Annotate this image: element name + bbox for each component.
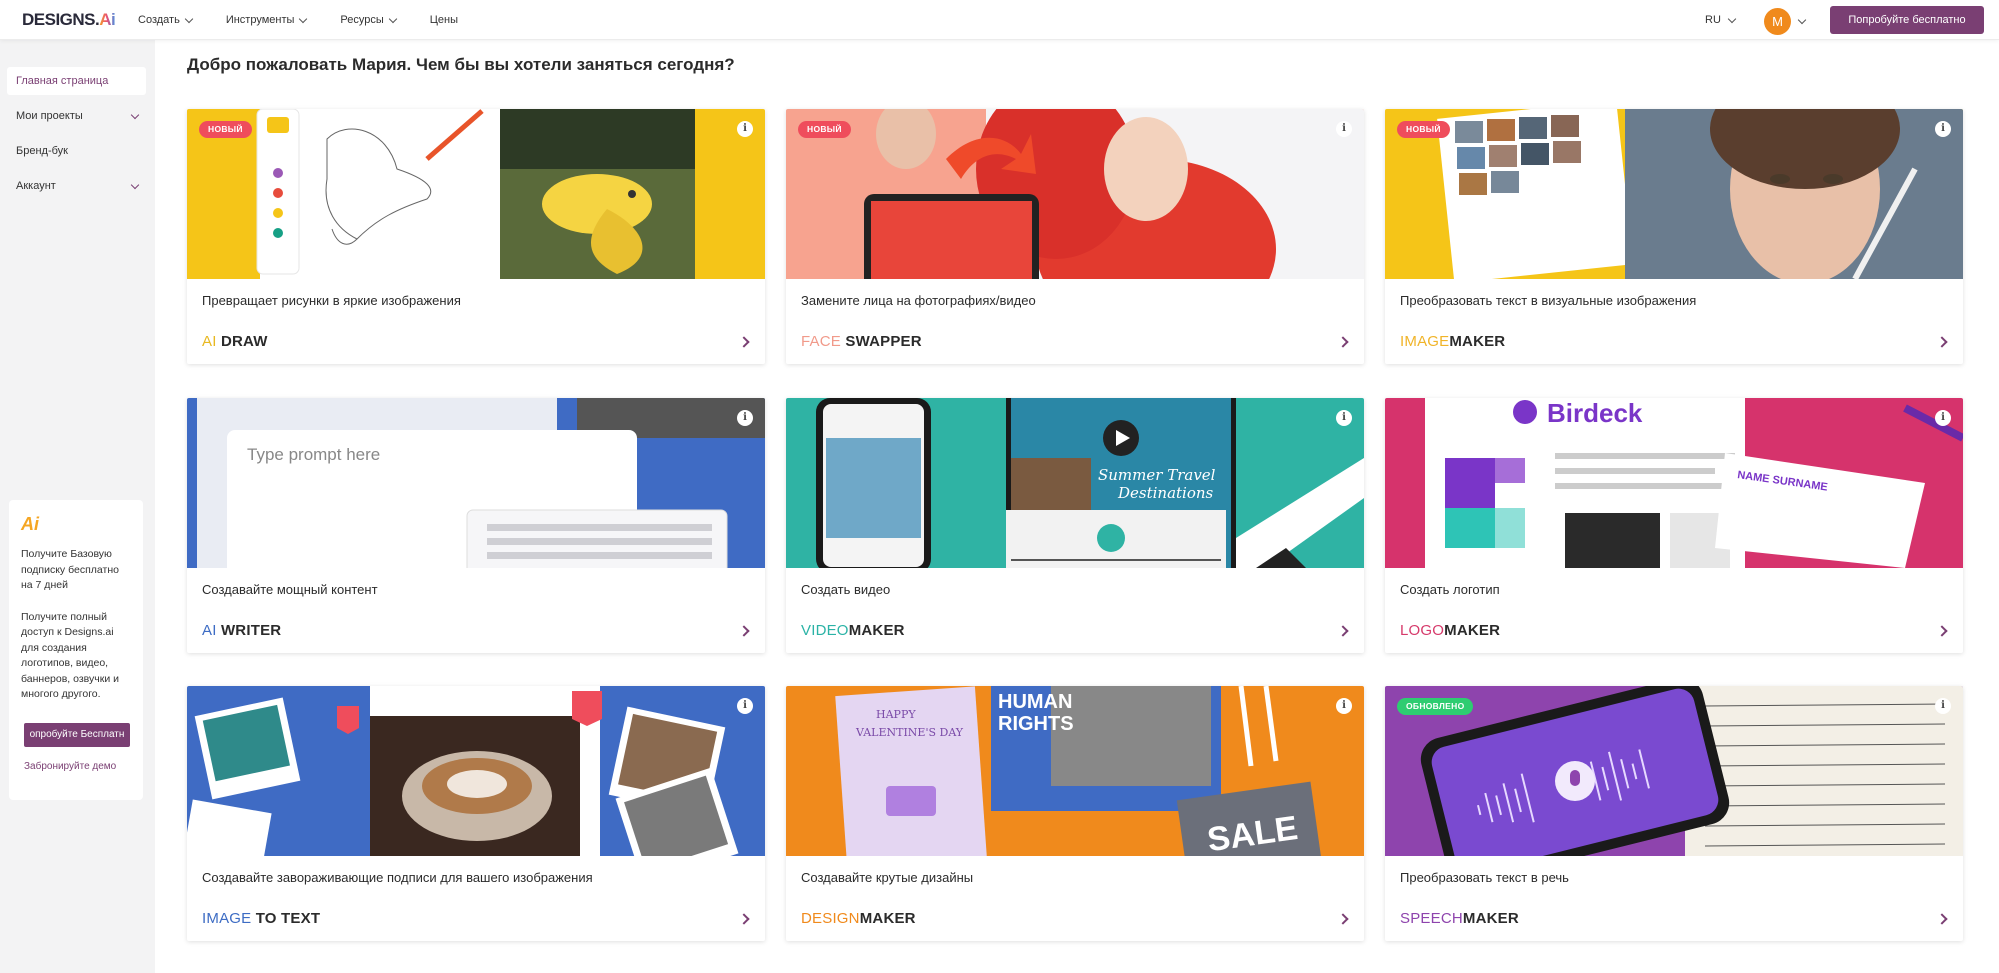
card-description: Создать видео	[801, 582, 891, 597]
card-product-name: VIDEOMAKER	[801, 622, 905, 639]
card-description: Создать логотип	[1400, 582, 1500, 597]
info-icon[interactable]: i	[737, 410, 753, 426]
logo-maker-thumbnail: Birdeck NAME SURNAME	[1385, 398, 1963, 568]
nav-resources[interactable]: Ресурсы	[340, 14, 398, 26]
info-icon[interactable]: i	[1336, 698, 1352, 714]
chevron-right-icon[interactable]	[1337, 913, 1349, 925]
image-to-text-thumbnail	[187, 686, 765, 856]
chevron-down-icon	[388, 14, 398, 23]
video-maker-thumbnail: Summer Travel Destinations	[786, 398, 1364, 568]
promo-text: Получите Базовую подписку бесплатно на 7…	[21, 548, 119, 591]
design-text-human: HUMAN	[998, 691, 1072, 713]
card-product-name: FACE SWAPPER	[801, 333, 922, 350]
chevron-down-icon	[1797, 15, 1807, 25]
sidebar-item-account[interactable]: Аккаунт	[7, 172, 146, 200]
card-description: Создавайте завораживающие подписи для ва…	[202, 870, 593, 885]
info-icon[interactable]: i	[737, 121, 753, 137]
sidebar-item-home[interactable]: Главная страница	[7, 67, 146, 95]
ai-writer-thumbnail: Type prompt here	[187, 398, 765, 568]
sidebar: Главная страница Мои проекты Бренд-бук А…	[0, 40, 155, 973]
face-swapper-thumbnail	[786, 109, 1364, 279]
book-demo-link[interactable]: Забронируйте демо	[24, 761, 131, 772]
sidebar-item-brand-book[interactable]: Бренд-бук	[7, 137, 146, 165]
chevron-right-icon[interactable]	[738, 336, 750, 348]
try-free-button[interactable]: Попробуйте бесплатно	[1830, 6, 1984, 34]
card-product-name: LOGOMAKER	[1400, 622, 1501, 639]
card-product-name: IMAGE TO TEXT	[202, 910, 321, 927]
chevron-right-icon[interactable]	[1936, 913, 1948, 925]
info-icon[interactable]: i	[1935, 698, 1951, 714]
card-product-name: DESIGNMAKER	[801, 910, 916, 927]
card-description: Преобразовать текст в речь	[1400, 870, 1569, 885]
info-icon[interactable]: i	[1935, 121, 1951, 137]
chevron-down-icon	[130, 180, 140, 189]
chevron-down-icon	[184, 14, 194, 23]
promo-try-free-button[interactable]: опробуйте Бесплатн	[24, 722, 130, 747]
tool-card-face-swapper[interactable]: НОВЫЙ i Замените лица на фотографиях/вид…	[786, 109, 1364, 364]
nav-pricing[interactable]: Цены	[430, 14, 458, 26]
image-maker-thumbnail	[1385, 109, 1963, 279]
chevron-down-icon	[1727, 14, 1737, 23]
card-product-name: AI WRITER	[202, 622, 282, 639]
user-menu[interactable]: M	[1764, 8, 1807, 35]
trial-promo: Ai Получите Базовую подписку бесплатно н…	[9, 500, 143, 800]
ai-logo-icon: Ai	[21, 514, 39, 534]
tool-card-logo-maker[interactable]: Birdeck NAME SURNAME i Создать логотип L…	[1385, 398, 1963, 653]
design-text-happy: HAPPY	[876, 708, 916, 721]
card-product-name: SPEECHMAKER	[1400, 910, 1519, 927]
tool-card-image-to-text[interactable]: i Создавайте завораживающие подписи для …	[187, 686, 765, 941]
main-nav: Создать Инструменты Ресурсы Цены	[138, 0, 458, 40]
info-icon[interactable]: i	[1336, 121, 1352, 137]
tool-card-image-maker[interactable]: НОВЫЙ i Преобразовать текст в визуальные…	[1385, 109, 1963, 364]
chevron-right-icon[interactable]	[1936, 625, 1948, 637]
chevron-down-icon	[130, 110, 140, 119]
ai-draw-thumbnail	[187, 109, 765, 279]
tool-card-ai-draw[interactable]: НОВЫЙ i Превращает рисунки в яркие изобр…	[187, 109, 765, 364]
chevron-right-icon[interactable]	[1936, 336, 1948, 348]
info-icon[interactable]: i	[1336, 410, 1352, 426]
chevron-down-icon	[299, 14, 308, 23]
card-description: Создавайте мощный контент	[202, 582, 378, 597]
new-badge: НОВЫЙ	[798, 121, 851, 138]
tool-card-ai-writer[interactable]: Type prompt here i Создавайте мощный кон…	[187, 398, 765, 653]
tool-card-video-maker[interactable]: Summer Travel Destinations i Создать вид…	[786, 398, 1364, 653]
video-title-text: Summer Travel	[1098, 466, 1216, 484]
video-subtitle-text: Destinations	[1117, 484, 1214, 502]
design-text-rights: RIGHTS	[998, 713, 1074, 735]
nav-create[interactable]: Создать	[138, 14, 194, 26]
card-description: Замените лица на фотографиях/видео	[801, 293, 1036, 308]
chevron-right-icon[interactable]	[738, 625, 750, 637]
info-icon[interactable]: i	[1935, 410, 1951, 426]
new-badge: НОВЫЙ	[1397, 121, 1450, 138]
card-description: Преобразовать текст в визуальные изображ…	[1400, 293, 1697, 308]
new-badge: НОВЫЙ	[199, 121, 252, 138]
tool-card-design-maker[interactable]: HAPPY VALENTINE'S DAY HUMAN RIGHTS SALE …	[786, 686, 1364, 941]
sidebar-item-my-projects[interactable]: Мои проекты	[7, 102, 146, 130]
tool-card-speech-maker[interactable]: ОБНОВЛЕНО i Преобразовать текст в речь S…	[1385, 686, 1963, 941]
card-description: Превращает рисунки в яркие изображения	[202, 293, 461, 308]
card-product-name: AI DRAW	[202, 333, 268, 350]
page-title: Добро пожаловать Мария. Чем бы вы хотели…	[187, 55, 735, 74]
language-selector[interactable]: RU	[1705, 0, 1737, 40]
info-icon[interactable]: i	[737, 698, 753, 714]
nav-tools[interactable]: Инструменты	[226, 14, 308, 26]
chevron-right-icon[interactable]	[738, 913, 750, 925]
speech-maker-thumbnail	[1385, 686, 1963, 856]
design-text-valentines: VALENTINE'S DAY	[855, 726, 964, 739]
chevron-right-icon[interactable]	[1337, 336, 1349, 348]
chevron-right-icon[interactable]	[1337, 625, 1349, 637]
updated-badge: ОБНОВЛЕНО	[1397, 698, 1474, 715]
top-bar: DESIGNS.Ai Создать Инструменты Ресурсы Ц…	[0, 0, 1999, 40]
promo-description: Получите полный доступ к Designs.ai для …	[21, 610, 119, 701]
card-description: Создавайте крутые дизайны	[801, 870, 974, 885]
prompt-placeholder: Type prompt here	[247, 445, 380, 464]
avatar[interactable]: M	[1764, 8, 1791, 35]
card-product-name: IMAGEMAKER	[1400, 333, 1506, 350]
designs-ai-logo[interactable]: DESIGNS.Ai	[22, 10, 116, 30]
brand-name-text: Birdeck	[1547, 398, 1643, 428]
design-maker-thumbnail: HAPPY VALENTINE'S DAY HUMAN RIGHTS SALE	[786, 686, 1364, 856]
